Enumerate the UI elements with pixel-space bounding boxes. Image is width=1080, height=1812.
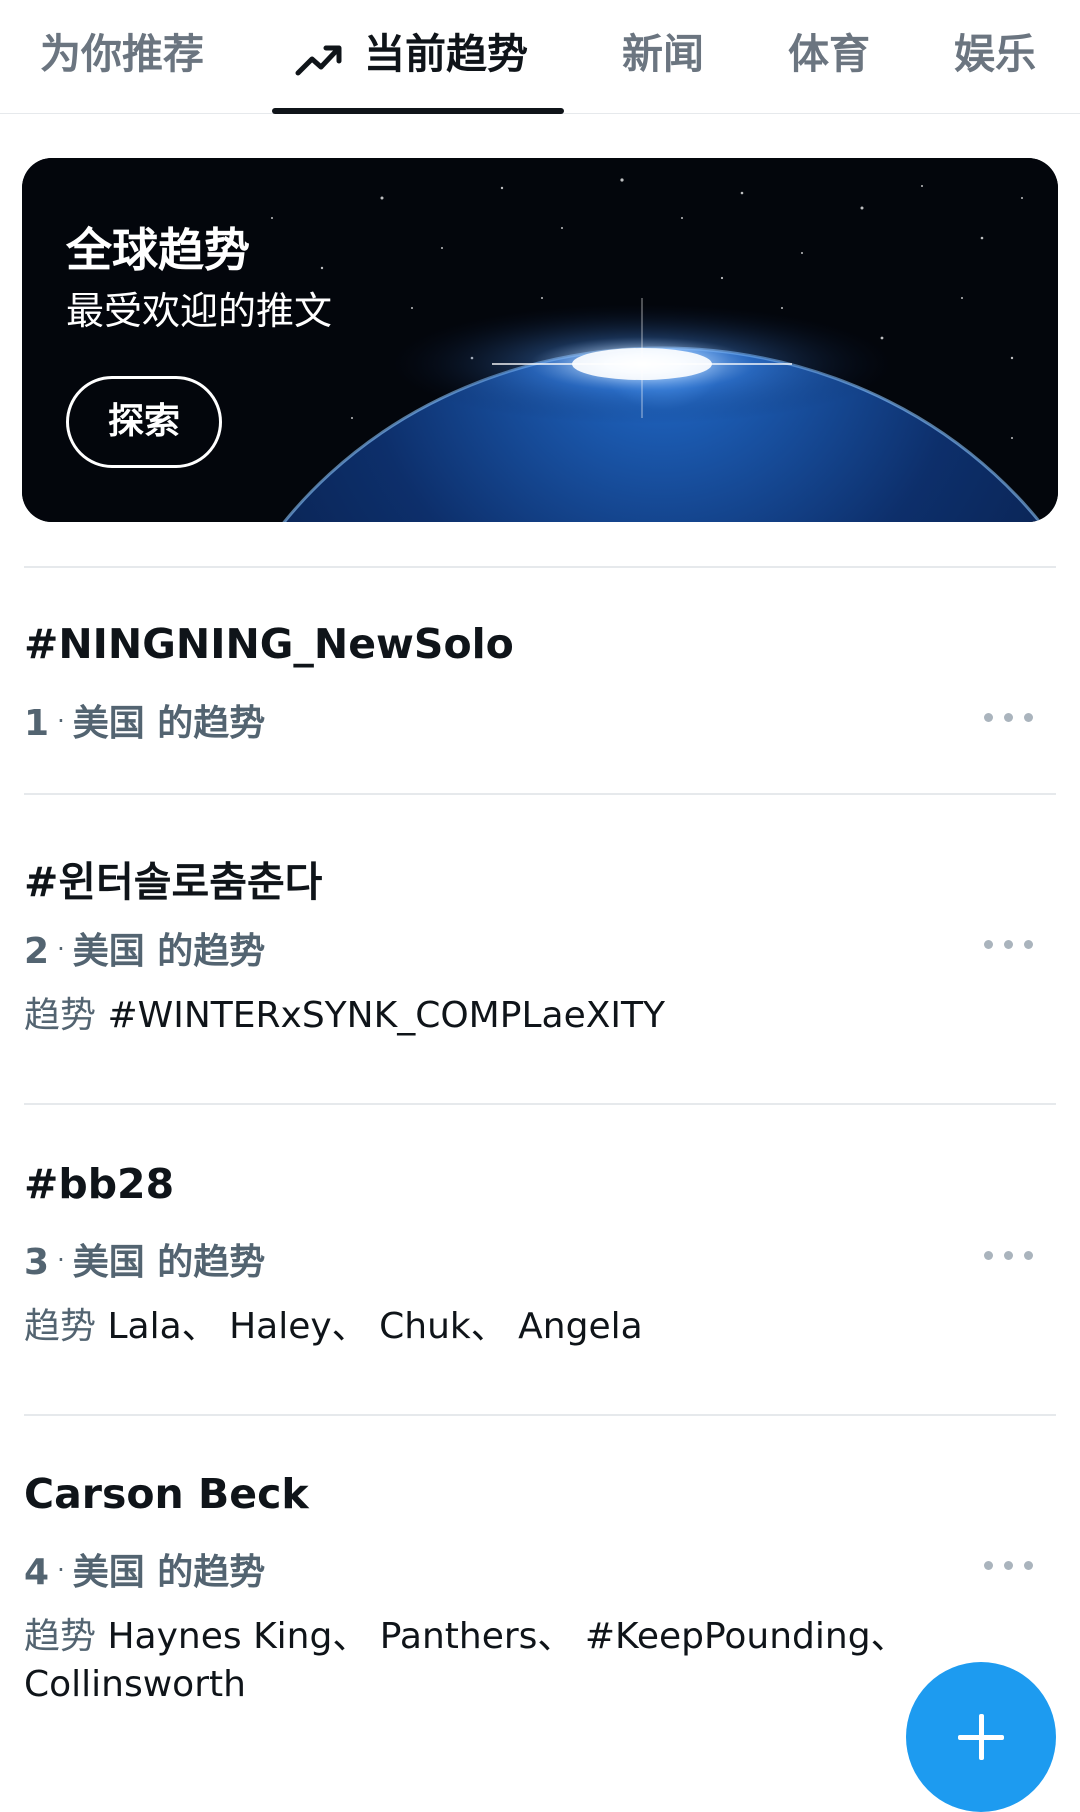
tab-entertainment[interactable]: 娱乐 — [954, 22, 1036, 86]
trend-context: 4 · 美国 的趋势 — [24, 1543, 265, 1595]
more-options-icon[interactable] — [984, 1240, 1036, 1270]
trend-rank: 4 — [24, 1552, 50, 1593]
trend-location: 美国 的趋势 — [72, 703, 266, 744]
trending-icon — [294, 33, 344, 76]
trend-rank: 3 — [24, 1242, 50, 1283]
trend-rank: 2 — [24, 931, 50, 972]
global-trends-banner[interactable]: 全球趋势 最受欢迎的推文 探索 — [22, 158, 1058, 522]
separator-dot: · — [57, 935, 65, 963]
tab-trending[interactable]: 当前趋势 — [294, 22, 528, 86]
trend-title: #윈터솔로춤춘다 — [24, 858, 323, 906]
separator-dot: · — [57, 707, 65, 735]
trend-related-topics: 趋势 Lala、 Haley、 Chuk、 Angela — [24, 1303, 924, 1351]
trend-title: #NINGNING_NewSolo — [24, 620, 514, 668]
trend-related-topics: 趋势 Haynes King、 Panthers、 #KeepPounding、… — [24, 1613, 924, 1709]
tab-for-you[interactable]: 为你推荐 — [40, 22, 204, 86]
trend-related-prefix: 趋势 — [24, 1616, 97, 1657]
banner-title: 全球趋势 — [66, 223, 250, 277]
trend-related-prefix: 趋势 — [24, 995, 97, 1036]
more-options-icon[interactable] — [984, 1550, 1036, 1580]
divider — [24, 793, 1056, 795]
active-tab-indicator — [272, 108, 564, 114]
divider — [24, 566, 1056, 568]
tab-trending-label: 当前趋势 — [364, 30, 528, 78]
trend-title: #bb28 — [24, 1160, 175, 1208]
trend-related-list: Haynes King、 Panthers、 #KeepPounding、 Co… — [24, 1616, 907, 1705]
trend-related-list: Lala、 Haley、 Chuk、 Angela — [107, 1306, 643, 1347]
divider — [24, 1414, 1056, 1416]
trend-title: Carson Beck — [24, 1470, 309, 1518]
separator-dot: · — [57, 1556, 65, 1584]
top-tab-bar: 为你推荐 当前趋势 新闻 体育 娱乐 — [0, 0, 1080, 114]
divider — [24, 1103, 1056, 1105]
trend-rank: 1 — [24, 703, 50, 744]
trend-context: 3 · 美国 的趋势 — [24, 1233, 265, 1285]
tab-news[interactable]: 新闻 — [622, 22, 704, 86]
trend-related-list: #WINTERxSYNK_COMPLaeXITY — [107, 995, 665, 1036]
trend-location: 美国 的趋势 — [72, 1552, 266, 1593]
trend-related-prefix: 趋势 — [24, 1306, 97, 1347]
trend-related-topics: 趋势 #WINTERxSYNK_COMPLaeXITY — [24, 992, 924, 1040]
trend-context: 1 · 美国 的趋势 — [24, 694, 265, 746]
trend-location: 美国 的趋势 — [72, 931, 266, 972]
explore-button[interactable]: 探索 — [66, 376, 222, 468]
trend-context: 2 · 美国 的趋势 — [24, 922, 265, 974]
banner-subtitle: 最受欢迎的推文 — [66, 289, 333, 333]
more-options-icon[interactable] — [984, 929, 1036, 959]
more-options-icon[interactable] — [984, 702, 1036, 732]
compose-button[interactable] — [906, 1662, 1056, 1812]
separator-dot: · — [57, 1246, 65, 1274]
trend-location: 美国 的趋势 — [72, 1242, 266, 1283]
tab-sports[interactable]: 体育 — [788, 22, 870, 86]
